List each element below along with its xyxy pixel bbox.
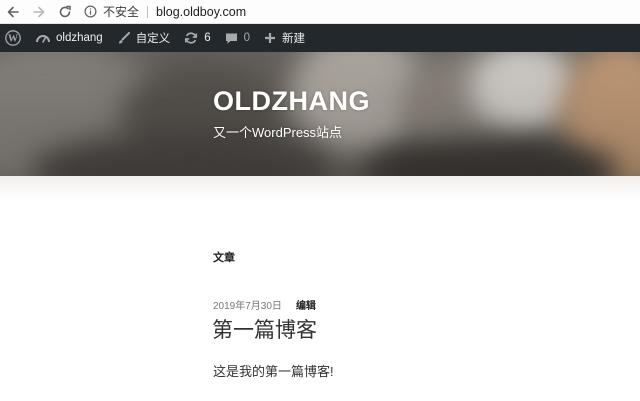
browser-toolbar: 不安全 blog.oldboy.com (0, 0, 640, 24)
post-title[interactable]: 第一篇博客 (212, 314, 317, 344)
address-bar[interactable]: 不安全 blog.oldboy.com (84, 0, 246, 24)
wordpress-logo-icon: W (5, 30, 21, 46)
arrow-left-icon (6, 5, 20, 19)
site-title[interactable]: OLDZHANG (213, 86, 370, 117)
updates-count: 6 (204, 32, 211, 44)
edit-post-link[interactable]: 编辑 (296, 297, 316, 312)
updates-icon (184, 31, 204, 45)
svg-text:W: W (8, 34, 18, 45)
brush-icon (117, 31, 136, 45)
address-divider (147, 5, 149, 18)
url-text[interactable]: blog.oldboy.com (156, 5, 246, 19)
customize-link[interactable]: 自定义 (110, 24, 178, 52)
new-content-label: 新建 (282, 33, 305, 45)
updates-link[interactable]: 6 (177, 24, 217, 52)
new-content-menu[interactable]: 新建 (257, 24, 312, 52)
reload-button[interactable] (52, 0, 78, 24)
wp-admin-bar: W oldzhang 自定义 6 0 新建 (0, 24, 640, 52)
plus-icon (264, 32, 282, 44)
header-image: OLDZHANG 又一个WordPress站点 (0, 52, 640, 176)
site-name-menu[interactable]: oldzhang (29, 24, 110, 52)
info-icon[interactable] (84, 5, 97, 18)
reload-icon (58, 5, 72, 19)
post-meta: 2019年7月30日 编辑 (213, 297, 316, 312)
dashboard-icon (36, 32, 56, 44)
wp-logo-menu[interactable]: W (0, 24, 29, 52)
header-fade (0, 176, 640, 202)
customize-label: 自定义 (135, 33, 171, 45)
security-status[interactable]: 不安全 (103, 3, 139, 20)
page-heading: 文章 (213, 252, 235, 264)
arrow-right-icon (32, 5, 46, 19)
post-date[interactable]: 2019年7月30日 (213, 297, 282, 312)
post-content: 这是我的第一篇博客! (213, 364, 334, 379)
forward-button[interactable] (26, 0, 52, 24)
site-tagline: 又一个WordPress站点 (213, 125, 343, 140)
site-name-label: oldzhang (56, 32, 103, 44)
comments-count: 0 (243, 32, 250, 44)
comments-link[interactable]: 0 (218, 24, 257, 52)
back-button[interactable] (0, 0, 26, 24)
comment-icon (225, 32, 244, 45)
